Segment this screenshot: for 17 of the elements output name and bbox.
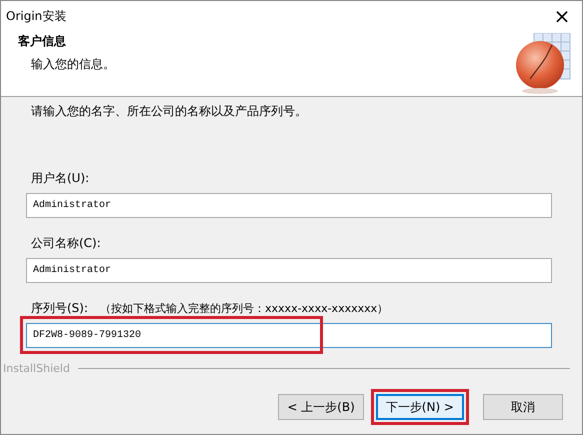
- input-field[interactable]: Administrator: [26, 193, 552, 218]
- input-field[interactable]: Administrator: [26, 258, 552, 283]
- input-field[interactable]: DF2W8-9089-7991320: [26, 323, 552, 348]
- dialog-button[interactable]: 取消: [483, 394, 563, 420]
- page-title: 客户信息: [18, 33, 67, 50]
- field-label: 用户名(U):: [31, 170, 90, 187]
- dialog-button[interactable]: 下一步(N) >: [376, 394, 464, 420]
- instruction-text: 请输入您的名字、所在公司的名称以及产品序列号。: [30, 103, 308, 120]
- field-label: 序列号(S):: [31, 300, 88, 317]
- page-subtitle: 输入您的信息。: [30, 56, 115, 73]
- installshield-label: InstallShield: [2, 362, 70, 375]
- field-label: 公司名称(C):: [31, 235, 101, 252]
- chart-logo-icon: [514, 33, 572, 95]
- window-title: Origin安装: [6, 8, 66, 24]
- dialog-button[interactable]: < 上一步(B): [278, 394, 364, 420]
- format-hint: （按如下格式输入完整的序列号：xxxxx-xxxx-xxxxxxx）: [100, 301, 388, 316]
- close-button[interactable]: ×: [542, 1, 582, 31]
